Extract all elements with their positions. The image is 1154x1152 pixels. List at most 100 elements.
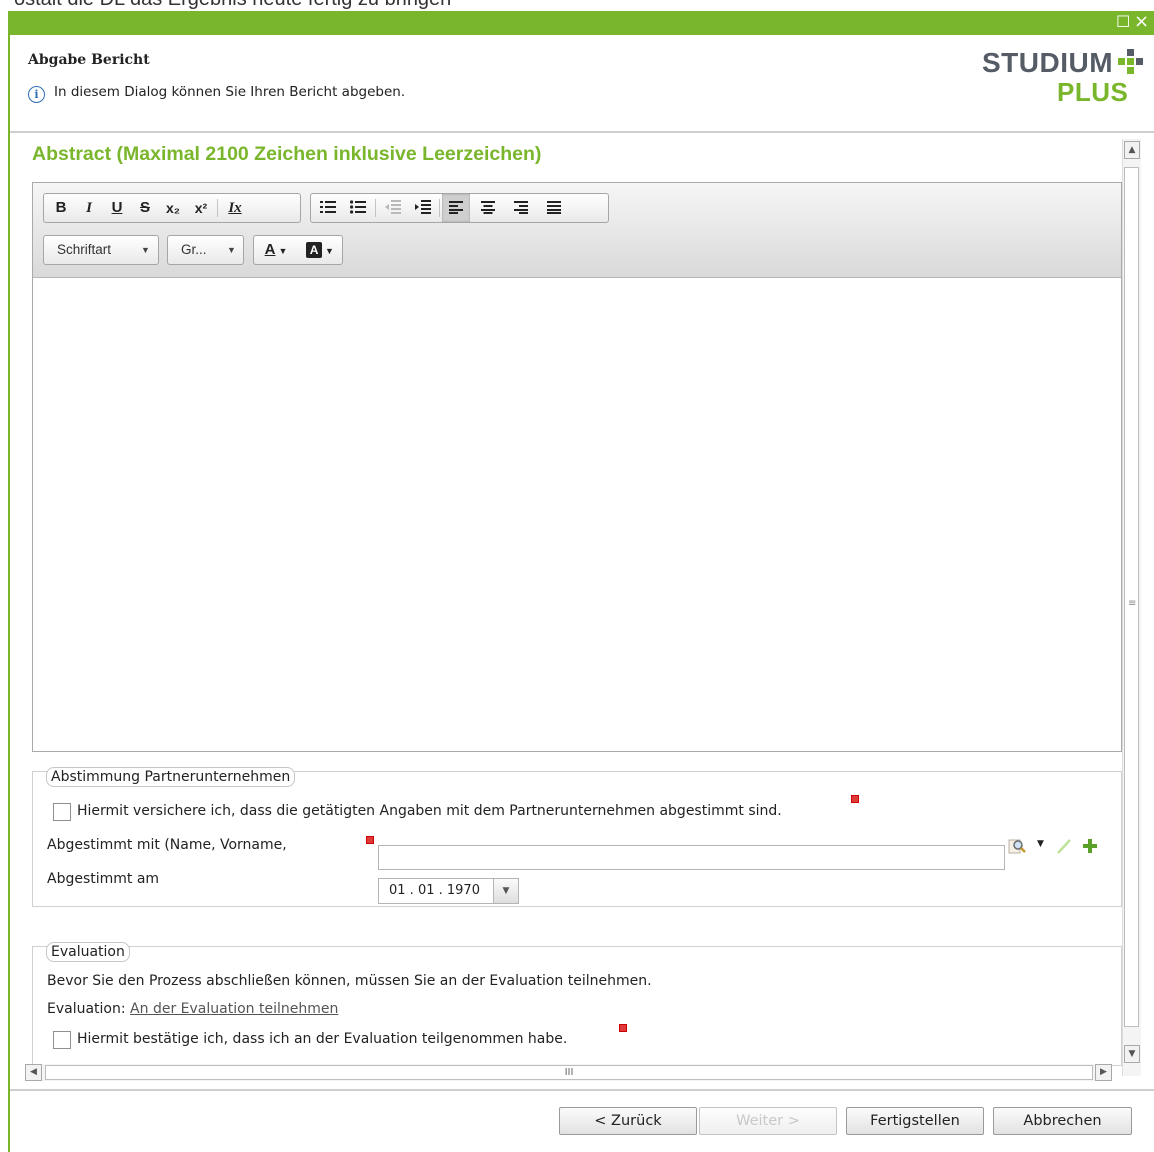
- align-left-button[interactable]: [442, 194, 470, 222]
- next-button[interactable]: Weiter >: [699, 1107, 837, 1135]
- logo-text-plus: PLUS: [1057, 77, 1129, 107]
- close-icon[interactable]: ×: [1134, 13, 1149, 31]
- horizontal-scrollbar[interactable]: ◀ III ▶: [25, 1064, 1112, 1081]
- scroll-up-button[interactable]: ▲: [1124, 141, 1140, 159]
- numbered-list-icon: [320, 201, 336, 213]
- align-center-button[interactable]: [474, 194, 502, 222]
- chevron-down-icon: ▼: [141, 245, 150, 255]
- cancel-button[interactable]: Abbrechen: [993, 1107, 1132, 1135]
- chevron-down-icon: ▼: [227, 245, 236, 255]
- required-icon: [619, 1024, 627, 1032]
- partner-confirm-checkbox[interactable]: [53, 803, 71, 821]
- finish-button[interactable]: Fertigstellen: [846, 1107, 984, 1135]
- search-icon: [1008, 839, 1026, 854]
- font-size-select[interactable]: Gr... ▼: [167, 235, 244, 265]
- evaluation-link[interactable]: An der Evaluation teilnehmen: [130, 1001, 338, 1017]
- evaluation-confirm-label: Hiermit bestätige ich, dass ich an der E…: [77, 1031, 568, 1047]
- lookup-search-button[interactable]: [1008, 837, 1026, 859]
- agreed-on-date-input[interactable]: 01 . 01 . 1970 ▼: [378, 878, 519, 904]
- vertical-scroll-thumb[interactable]: ≡: [1124, 167, 1139, 1027]
- back-button[interactable]: < Zurück: [559, 1107, 697, 1135]
- dialog-titlebar: ☐ ×: [10, 11, 1154, 35]
- font-family-select[interactable]: Schriftart ▼: [43, 235, 159, 265]
- agreed-on-date-value: 01 . 01 . 1970: [389, 883, 480, 898]
- agreed-with-input[interactable]: [378, 845, 1005, 870]
- background-color-button[interactable]: A ▼: [300, 236, 340, 264]
- agreed-with-label: Abgestimmt mit (Name, Vorname,: [47, 837, 287, 853]
- required-icon: [366, 836, 374, 844]
- chevron-down-icon: ▼: [325, 246, 334, 256]
- edit-button[interactable]: [1055, 837, 1073, 859]
- logo-square: [1127, 67, 1134, 74]
- logo-square: [1127, 58, 1134, 65]
- bullet-list-icon: [350, 200, 366, 214]
- agreed-on-label: Abgestimmt am: [47, 871, 160, 887]
- evaluation-legend: Evaluation: [46, 942, 130, 962]
- align-left-icon: [449, 201, 463, 214]
- bold-button[interactable]: B: [47, 194, 75, 222]
- dialog-title: Abgabe Bericht: [28, 52, 150, 68]
- logo-square: [1136, 58, 1143, 65]
- scroll-right-button[interactable]: ▶: [1095, 1064, 1112, 1081]
- color-button-group: A ▼ A ▼: [253, 235, 343, 265]
- logo-text-studium: STUDIUM: [982, 47, 1114, 78]
- dialog-window: ☐ × Abgabe Bericht i In diesem Dialog kön…: [8, 11, 1154, 1152]
- evaluation-note: Bevor Sie den Prozess abschließen können…: [47, 973, 652, 989]
- indent-button[interactable]: [409, 194, 437, 222]
- chevron-down-icon: ▼: [502, 886, 510, 896]
- remove-format-button[interactable]: Ix: [221, 194, 249, 222]
- format-button-group: B I U S x₂ x² Ix: [43, 193, 301, 223]
- italic-button[interactable]: I: [75, 194, 103, 222]
- superscript-button[interactable]: x²: [187, 194, 215, 222]
- chevron-down-icon: ▼: [1128, 1049, 1136, 1059]
- strikethrough-button[interactable]: S: [131, 194, 159, 222]
- partner-legend: Abstimmung Partnerunternehmen: [46, 767, 296, 787]
- background-window-text: ostalt die DL das Ergebnis heute fertig …: [14, 0, 451, 11]
- chevron-down-icon: ▼: [278, 246, 288, 256]
- font-family-select-value: Schriftart: [57, 242, 112, 257]
- required-icon: [851, 795, 859, 803]
- align-justify-icon: [547, 201, 561, 214]
- editor-toolbar: B I U S x₂ x² Ix Schriftart ▼ Gr... ▼ A …: [33, 183, 1121, 278]
- scroll-down-button[interactable]: ▼: [1124, 1045, 1140, 1063]
- footer-separator: [10, 1089, 1154, 1091]
- pencil-icon: [1057, 839, 1071, 854]
- grip-icon: III: [564, 1067, 574, 1078]
- plus-icon: [1083, 839, 1097, 853]
- scroll-left-button[interactable]: ◀: [25, 1064, 42, 1081]
- evaluation-link-prefix: Evaluation:: [47, 1001, 126, 1017]
- rich-text-editor: B I U S x₂ x² Ix Schriftart ▼ Gr... ▼ A …: [32, 182, 1122, 752]
- numbered-list-button[interactable]: [314, 194, 342, 222]
- align-center-icon: [481, 201, 495, 214]
- font-size-select-value: Gr...: [181, 242, 207, 257]
- align-justify-button[interactable]: [540, 194, 568, 222]
- indent-icon: [415, 200, 431, 214]
- evaluation-link-row: Evaluation: An der Evaluation teilnehmen: [47, 1001, 338, 1017]
- editor-content-area[interactable]: [33, 278, 1121, 751]
- studium-plus-logo: STUDIUM PLUS: [982, 47, 1152, 109]
- toolbar-divider: [375, 199, 376, 217]
- subscript-button[interactable]: x₂: [159, 194, 187, 222]
- grip-icon: ≡: [1128, 598, 1137, 609]
- background-color-icon: A: [306, 242, 323, 258]
- underline-button[interactable]: U: [103, 194, 131, 222]
- partner-confirm-label: Hiermit versichere ich, dass die getätig…: [77, 803, 782, 819]
- vertical-scrollbar[interactable]: ▲ ≡ ▼: [1122, 139, 1141, 1076]
- header-separator: [10, 131, 1154, 133]
- outdent-icon: [385, 200, 401, 214]
- horizontal-scroll-thumb[interactable]: III: [45, 1065, 1093, 1080]
- align-right-button[interactable]: [507, 194, 535, 222]
- date-dropdown-button[interactable]: ▼: [493, 879, 518, 903]
- chevron-down-icon[interactable]: ▼: [1037, 839, 1044, 849]
- logo-square: [1127, 49, 1134, 56]
- chevron-up-icon: ▲: [1128, 145, 1136, 155]
- bullet-list-button[interactable]: [344, 194, 372, 222]
- text-color-button[interactable]: A ▼: [256, 236, 296, 264]
- outdent-button[interactable]: [379, 194, 407, 222]
- evaluation-confirm-checkbox[interactable]: [53, 1031, 71, 1049]
- maximize-icon[interactable]: ☐: [1116, 13, 1130, 31]
- align-right-icon: [514, 201, 528, 214]
- add-button[interactable]: [1081, 837, 1099, 859]
- toolbar-divider: [217, 199, 218, 217]
- paragraph-button-group: [310, 193, 609, 223]
